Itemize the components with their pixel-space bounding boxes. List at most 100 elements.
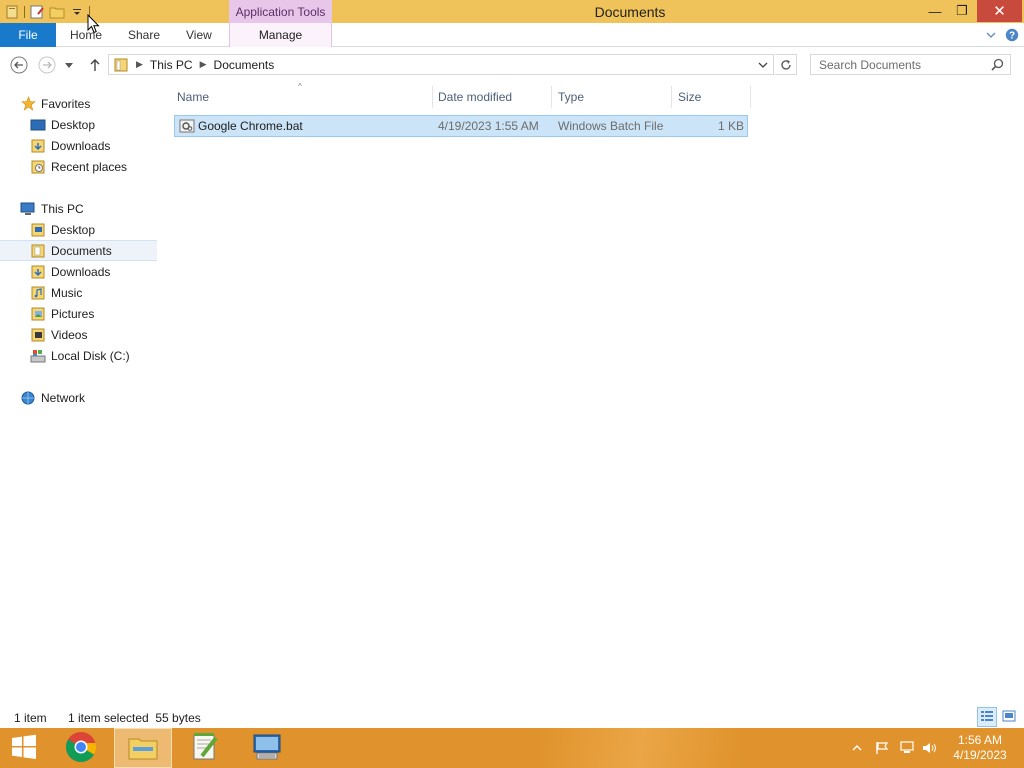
nav-this-pc-videos[interactable]: Videos bbox=[0, 324, 157, 345]
nav-network-label: Network bbox=[41, 390, 86, 405]
back-button[interactable] bbox=[9, 55, 29, 75]
tab-manage[interactable]: Manage bbox=[229, 23, 332, 47]
taskbar-chrome[interactable] bbox=[52, 728, 110, 768]
nav-favorites-downloads[interactable]: Downloads bbox=[0, 135, 157, 156]
desktop-icon bbox=[30, 117, 46, 133]
column-header-label: Type bbox=[558, 90, 585, 104]
search-icon[interactable] bbox=[991, 58, 1004, 74]
action-center-flag-icon[interactable] bbox=[873, 728, 891, 768]
recent-locations-icon[interactable] bbox=[62, 55, 76, 75]
minimize-button[interactable]: — bbox=[922, 0, 948, 22]
restore-button[interactable]: ❐ bbox=[948, 0, 976, 22]
search-box[interactable] bbox=[810, 54, 1011, 75]
nav-item-label: Desktop bbox=[51, 117, 96, 132]
nav-this-pc-local-disk[interactable]: Local Disk (C:) bbox=[0, 345, 157, 366]
nav-this-pc-downloads[interactable]: Downloads bbox=[0, 261, 157, 282]
taskbar-decoration bbox=[540, 728, 740, 768]
breadcrumb-this-pc[interactable]: This PC bbox=[150, 58, 193, 72]
videos-folder-icon bbox=[30, 327, 46, 343]
column-divider[interactable] bbox=[551, 86, 552, 108]
column-divider[interactable] bbox=[671, 86, 672, 108]
file-date-modified: 4/19/2023 1:55 AM bbox=[438, 119, 539, 133]
nav-this-pc-music[interactable]: Music bbox=[0, 282, 157, 303]
breadcrumb-chevron-icon[interactable]: ▶ bbox=[200, 59, 207, 70]
address-bar[interactable]: ▶ This PC ▶ Documents bbox=[108, 54, 774, 75]
large-icons-view-icon bbox=[1002, 710, 1016, 725]
file-type: Windows Batch File bbox=[558, 119, 664, 133]
window-title: Documents bbox=[594, 3, 666, 20]
close-button[interactable]: ✕ bbox=[977, 0, 1022, 22]
tab-view[interactable]: View bbox=[186, 23, 212, 47]
downloads-folder-icon bbox=[30, 138, 46, 154]
documents-folder-icon bbox=[113, 57, 129, 73]
column-header-date-modified[interactable]: Date modified bbox=[438, 86, 551, 108]
nav-this-pc-pictures[interactable]: Pictures bbox=[0, 303, 157, 324]
notepad-plus-plus-icon bbox=[190, 732, 220, 765]
breadcrumb-documents[interactable]: Documents bbox=[214, 58, 275, 72]
expand-ribbon-icon[interactable] bbox=[984, 25, 998, 45]
mouse-cursor-icon bbox=[87, 13, 100, 37]
large-icons-view-button[interactable] bbox=[999, 707, 1019, 727]
column-header-name[interactable]: Name bbox=[177, 86, 432, 108]
recent-places-icon bbox=[30, 159, 46, 175]
tab-share[interactable]: Share bbox=[128, 23, 160, 47]
quick-access-toolbar bbox=[0, 0, 90, 23]
svg-text:?: ? bbox=[1009, 31, 1015, 42]
breadcrumb-chevron-icon[interactable]: ▶ bbox=[136, 59, 143, 70]
nav-item-label: Documents bbox=[51, 243, 112, 258]
nav-item-label: Pictures bbox=[51, 306, 95, 321]
nav-favorites-desktop[interactable]: Desktop bbox=[0, 114, 157, 135]
file-list: ^ Name Date modified Type Size Google Ch… bbox=[170, 82, 1010, 706]
start-button[interactable] bbox=[0, 728, 48, 768]
search-input[interactable] bbox=[819, 57, 979, 72]
up-arrow-icon[interactable] bbox=[85, 55, 105, 75]
nav-this-pc-label: This PC bbox=[41, 201, 84, 216]
file-size: 1 KB bbox=[717, 119, 744, 133]
new-folder-icon[interactable] bbox=[49, 4, 65, 20]
column-divider[interactable] bbox=[432, 86, 433, 108]
nav-item-label: Downloads bbox=[51, 138, 111, 153]
nav-this-pc[interactable]: This PC bbox=[0, 198, 157, 219]
chrome-icon bbox=[65, 731, 97, 766]
column-divider[interactable] bbox=[750, 86, 751, 108]
nav-item-label: Recent places bbox=[51, 159, 128, 174]
taskbar-notepad-plus-plus[interactable] bbox=[176, 728, 234, 768]
column-header-size[interactable]: Size bbox=[678, 86, 750, 108]
pictures-folder-icon bbox=[30, 306, 46, 322]
column-header-label: Date modified bbox=[438, 90, 513, 104]
folder-app-icon[interactable] bbox=[4, 4, 20, 20]
nav-this-pc-desktop[interactable]: Desktop bbox=[0, 219, 157, 240]
navigation-pane: Favorites Desktop Downloads Recent place… bbox=[0, 86, 157, 706]
clock-time: 1:56 AM bbox=[957, 733, 1003, 747]
file-row[interactable]: Google Chrome.bat 4/19/2023 1:55 AM Wind… bbox=[174, 115, 748, 137]
nav-network[interactable]: Network bbox=[0, 387, 157, 408]
local-disk-icon bbox=[30, 348, 46, 364]
nav-this-pc-documents[interactable]: Documents bbox=[0, 240, 157, 261]
refresh-button[interactable] bbox=[775, 54, 797, 75]
nav-item-label: Local Disk (C:) bbox=[51, 348, 130, 363]
taskbar-file-explorer[interactable] bbox=[114, 728, 172, 768]
file-explorer-icon bbox=[127, 733, 159, 764]
show-hidden-icons-button[interactable] bbox=[850, 728, 864, 768]
column-header-type[interactable]: Type bbox=[558, 86, 671, 108]
clock[interactable]: 1:56 AM 4/19/2023 bbox=[946, 733, 1014, 763]
help-icon[interactable]: ? bbox=[1004, 25, 1020, 45]
selection-info: 1 item selected 55 bytes bbox=[68, 710, 201, 725]
column-header-label: Name bbox=[177, 90, 210, 104]
desktop-folder-icon bbox=[30, 222, 46, 238]
network-status-icon[interactable] bbox=[897, 728, 917, 768]
tab-file[interactable]: File bbox=[0, 23, 56, 47]
nav-favorites-recent-places[interactable]: Recent places bbox=[0, 156, 157, 177]
details-view-button[interactable] bbox=[977, 707, 997, 727]
taskbar-remote-desktop[interactable] bbox=[238, 728, 296, 768]
address-dropdown-icon[interactable] bbox=[752, 54, 774, 75]
nav-item-label: Music bbox=[51, 285, 83, 300]
tab-manage-label: Manage bbox=[258, 28, 303, 42]
file-name[interactable]: Google Chrome.bat bbox=[198, 116, 303, 136]
customize-toolbar-dropdown-icon[interactable] bbox=[69, 4, 85, 20]
music-folder-icon bbox=[30, 285, 46, 301]
forward-button[interactable] bbox=[37, 55, 57, 75]
nav-favorites[interactable]: Favorites bbox=[0, 93, 157, 114]
volume-icon[interactable] bbox=[921, 728, 939, 768]
properties-icon[interactable] bbox=[29, 4, 45, 20]
